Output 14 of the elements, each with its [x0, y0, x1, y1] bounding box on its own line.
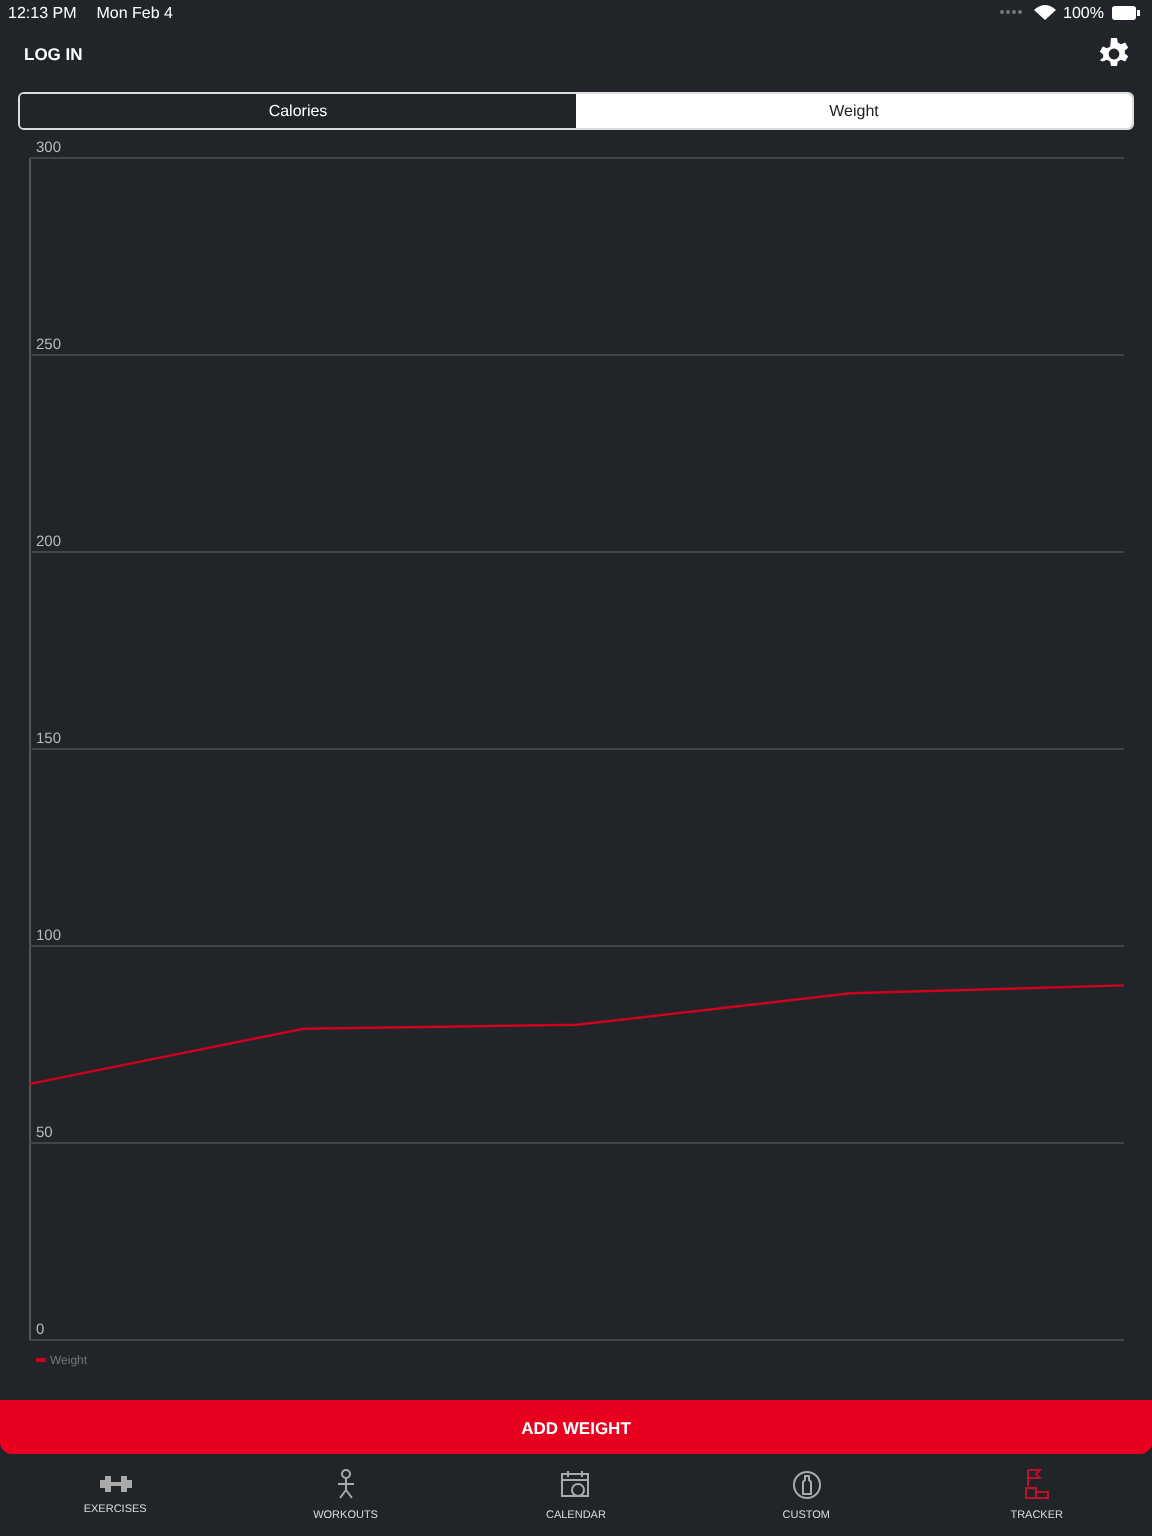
login-link[interactable]: LOG IN [24, 44, 83, 64]
status-time: 12:13 PM [8, 3, 77, 21]
settings-icon[interactable] [1098, 38, 1130, 70]
signal-icon [997, 8, 1026, 16]
battery-icon [1112, 5, 1140, 19]
segment-tab[interactable]: Weight [576, 94, 1132, 128]
calendar-icon [560, 1469, 591, 1499]
dumbbell-icon [99, 1474, 132, 1494]
flag-icon [1023, 1468, 1050, 1500]
bottle-icon [791, 1469, 822, 1499]
add-weight-button[interactable]: ADD WEIGHT [0, 1400, 1152, 1454]
wifi-icon [1033, 4, 1056, 20]
status-date: Mon Feb 4 [96, 3, 173, 21]
battery-level: 100% [1063, 3, 1104, 21]
